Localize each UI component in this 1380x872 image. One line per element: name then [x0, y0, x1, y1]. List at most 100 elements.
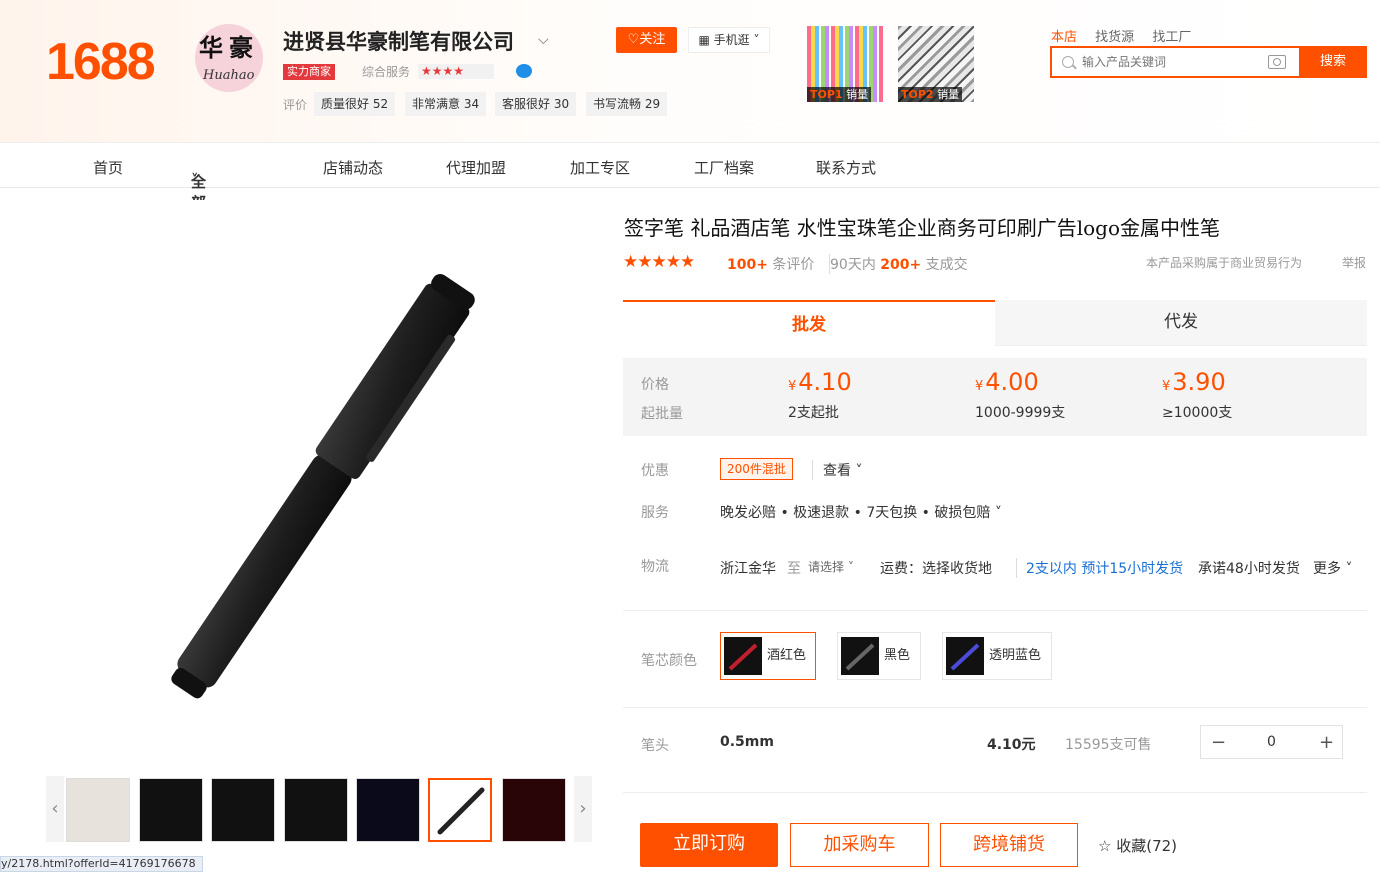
- top-product-1[interactable]: TOP1 销量: [805, 24, 885, 104]
- chevron-down-icon: ˅: [191, 171, 199, 189]
- favorite-button[interactable]: ☆ 收藏(72): [1098, 835, 1177, 856]
- chevron-down-icon: ˅: [749, 33, 760, 47]
- ship-promise: 承诺48小时发货: [1198, 561, 1300, 577]
- tier-qty: ≥10000支: [1162, 405, 1233, 421]
- tip-label: 笔头: [641, 738, 669, 754]
- thumbnail[interactable]: [211, 778, 275, 842]
- shop-header: 1688 华 豪 Huahao 进贤县华豪制笔有限公司 ⌵ 实力商家 综合服务 …: [0, 0, 1380, 142]
- product-main-image[interactable]: [46, 200, 594, 760]
- heart-icon: ♡: [627, 32, 640, 47]
- nav-processing[interactable]: 加工专区: [570, 157, 630, 178]
- search-tab-factory[interactable]: 找工厂: [1152, 30, 1191, 45]
- search-scope-tabs: 本店 找货源 找工厂: [1051, 26, 1205, 45]
- site-logo[interactable]: 1688: [46, 32, 156, 92]
- service-list[interactable]: 晚发必赔 • 极速退款 • 7天包换 • 破损包赔 ˅: [720, 502, 1002, 522]
- shipping-fee: 运费：选择收货地: [880, 561, 992, 577]
- rating-tag: 质量很好 52: [314, 92, 396, 116]
- stock-count: 15595支可售: [1065, 737, 1152, 753]
- moq-label: 起批量: [641, 406, 683, 422]
- search-tab-this-shop[interactable]: 本店: [1051, 30, 1077, 45]
- tip-price: 4.10元: [987, 737, 1036, 753]
- follow-button[interactable]: ♡关注: [616, 27, 677, 53]
- dest-select[interactable]: 请选择 ˅: [808, 558, 854, 575]
- review-count[interactable]: 100+ 条评价: [727, 254, 814, 274]
- nav-shop-news[interactable]: 店铺动态: [323, 157, 383, 178]
- tab-wholesale[interactable]: 批发: [623, 300, 995, 346]
- rating-tag: 非常满意 34: [405, 92, 487, 116]
- logistics-label: 物流: [641, 559, 669, 575]
- color-option-wine-red[interactable]: 酒红色: [720, 632, 816, 680]
- search-tab-source[interactable]: 找货源: [1095, 30, 1134, 45]
- thumbnail-active[interactable]: [428, 778, 492, 842]
- mobile-browse-button[interactable]: ▦ 手机逛 ˅: [688, 27, 770, 53]
- plus-icon[interactable]: +: [1319, 732, 1334, 753]
- ship-time: 2支以内 预计15小时发货: [1016, 558, 1183, 578]
- thumbs-prev-button[interactable]: ‹: [46, 776, 64, 842]
- trade-notice: 本产品采购属于商业贸易行为: [1146, 256, 1303, 270]
- more-logistics[interactable]: 更多 ˅: [1313, 558, 1352, 578]
- shop-avatar[interactable]: 华 豪 Huahao: [195, 24, 263, 92]
- rating-stars: ★★★★★: [623, 252, 695, 272]
- swatch-image: [724, 637, 762, 675]
- shop-name[interactable]: 进贤县华豪制笔有限公司: [283, 26, 514, 56]
- nav-contact[interactable]: 联系方式: [816, 157, 876, 178]
- thumbnail[interactable]: [284, 778, 348, 842]
- camera-icon[interactable]: [1268, 55, 1286, 69]
- chevron-down-icon[interactable]: ⌵: [538, 32, 549, 48]
- pen-thumb-image: [437, 787, 485, 835]
- sales-count: 90天内 200+ 支成交: [829, 254, 968, 274]
- chevron-down-icon: ˅: [844, 560, 854, 574]
- nav-home[interactable]: 首页: [93, 157, 123, 178]
- minus-icon[interactable]: −: [1211, 732, 1226, 753]
- thumbnail[interactable]: [66, 778, 130, 842]
- tier-price: ¥3.90: [1162, 368, 1226, 396]
- ship-origin: 浙江金华: [720, 561, 776, 577]
- tier-qty: 1000-9999支: [975, 405, 1066, 421]
- nav-factory-profile[interactable]: 工厂档案: [694, 157, 754, 178]
- divider: [623, 707, 1367, 708]
- add-to-cart-button[interactable]: 加采购车: [790, 823, 929, 867]
- shop-nav: 首页 全部商品 ˅ 店铺动态 代理加盟 加工专区 工厂档案 联系方式: [0, 142, 1380, 254]
- ratings-label: 评价: [283, 98, 308, 112]
- thumbs-next-button[interactable]: ›: [574, 776, 592, 842]
- search-box: [1050, 46, 1300, 78]
- chevron-down-icon: ˅: [1341, 561, 1353, 577]
- color-option-blue[interactable]: 透明蓝色: [942, 632, 1052, 680]
- price-tiers: 价格 起批量 ¥4.10 2支起批 ¥4.00 1000-9999支 ¥3.90…: [623, 358, 1367, 436]
- quantity-stepper: − 0 +: [1200, 725, 1343, 759]
- status-bar-url: y/2178.html?offerId=41769176678: [0, 856, 203, 872]
- product-title: 签字笔 礼品酒店笔 水性宝珠笔企业商务可印刷广告logo金属中性笔: [624, 216, 1220, 240]
- rating-tag: 书写流畅 29: [586, 92, 668, 116]
- swatch-image: [841, 637, 879, 675]
- search-icon: [1062, 56, 1074, 68]
- qr-icon: ▦: [698, 33, 714, 47]
- promo-view-link[interactable]: 查看 ˅: [812, 460, 862, 480]
- report-link[interactable]: 举报: [1342, 254, 1366, 271]
- tier-price: ¥4.00: [975, 368, 1039, 396]
- divider: [623, 610, 1367, 611]
- verified-icon: [516, 64, 532, 78]
- promo-label: 优惠: [641, 463, 669, 479]
- service-label: 服务: [641, 505, 669, 521]
- color-option-black[interactable]: 黑色: [837, 632, 921, 680]
- tip-value: 0.5mm: [720, 734, 774, 750]
- tab-dropship[interactable]: 代发: [995, 300, 1367, 346]
- buy-now-button[interactable]: 立即订购: [640, 823, 778, 867]
- thumbnail[interactable]: [356, 778, 420, 842]
- nav-agent-join[interactable]: 代理加盟: [446, 157, 506, 178]
- thumbnail[interactable]: [139, 778, 203, 842]
- quantity-input[interactable]: 0: [1267, 734, 1276, 750]
- cross-border-button[interactable]: 跨境铺货: [940, 823, 1078, 867]
- search-input[interactable]: [1082, 53, 1262, 71]
- search-button[interactable]: 搜索: [1299, 46, 1367, 78]
- price-label: 价格: [641, 377, 669, 393]
- ship-to: 至: [787, 561, 801, 577]
- swatch-image: [946, 637, 984, 675]
- promo-tag: 200件混批: [720, 458, 793, 480]
- rating-tag: 客服很好 30: [495, 92, 577, 116]
- top-product-2[interactable]: TOP2 销量: [896, 24, 976, 104]
- tier-price: ¥4.10: [788, 368, 852, 396]
- chevron-down-icon: ˅: [990, 505, 1002, 521]
- chevron-down-icon: ˅: [851, 463, 863, 479]
- thumbnail[interactable]: [502, 778, 566, 842]
